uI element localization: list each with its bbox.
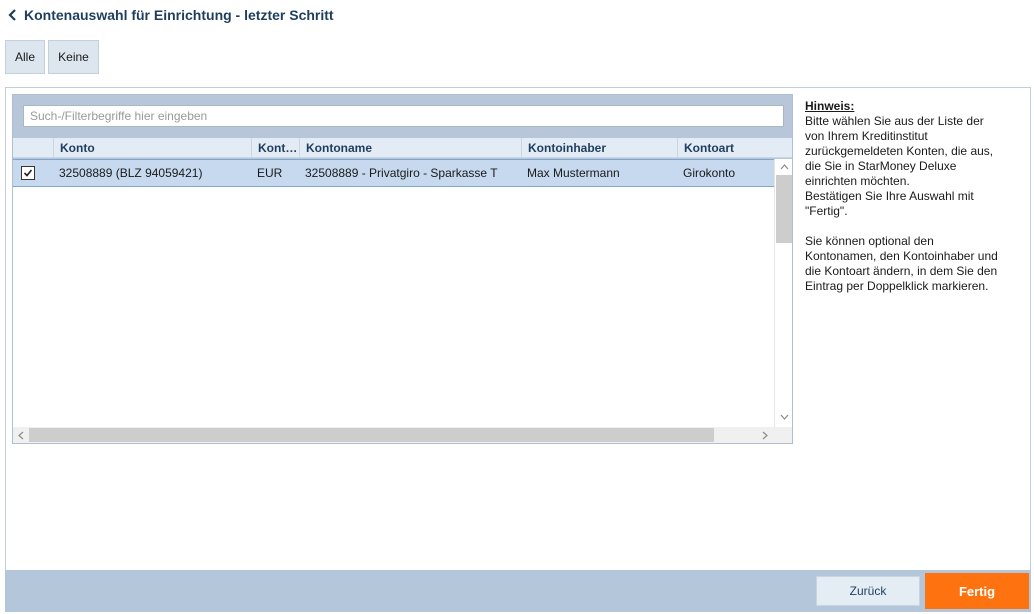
cell-kontoname: 32508889 - Privatgiro - Sparkasse T xyxy=(305,166,498,180)
cell-kontoinhaber: Max Mustermann xyxy=(527,166,620,180)
select-none-button[interactable]: Keine xyxy=(48,40,99,74)
chevron-up-icon[interactable] xyxy=(778,161,790,173)
row-checkbox[interactable] xyxy=(21,166,35,180)
hint-title: Hinweis: xyxy=(805,99,855,113)
horizontal-scroll-thumb[interactable] xyxy=(29,428,714,442)
chevron-right-small-icon[interactable] xyxy=(760,429,770,441)
chevron-left-icon[interactable] xyxy=(6,7,20,23)
cell-waehrung: EUR xyxy=(257,166,283,180)
checkmark-icon xyxy=(23,169,33,177)
table-header: Konto Kontowährung Kontoname Kontoinhabe… xyxy=(13,138,792,158)
table-body: 32508889 (BLZ 94059421) EUR 32508889 - P… xyxy=(13,159,774,427)
account-grid: Konto Kontowährung Kontoname Kontoinhabe… xyxy=(12,94,793,444)
column-header-select xyxy=(13,138,53,158)
page-title: Kontenauswahl für Einrichtung - letzter … xyxy=(24,7,334,23)
chevron-left-small-icon[interactable] xyxy=(16,429,26,441)
cell-konto: 32508889 (BLZ 94059421) xyxy=(59,166,203,180)
search-input[interactable] xyxy=(23,105,784,127)
hint-text-edit: Sie können optional den Kontonamen, den … xyxy=(805,234,998,293)
back-button[interactable]: Zurück xyxy=(816,576,920,606)
horizontal-scrollbar[interactable] xyxy=(13,427,792,443)
hint-text-selection: Bitte wählen Sie aus der Liste der von I… xyxy=(805,114,994,218)
column-header-konto[interactable]: Konto xyxy=(53,138,251,158)
row-select-cell xyxy=(13,166,53,180)
hint-panel: Hinweis: Bitte wählen Sie aus der Liste … xyxy=(805,99,1020,294)
finish-button[interactable]: Fertig xyxy=(925,573,1029,609)
column-header-kontoart[interactable]: Kontoart xyxy=(677,138,792,158)
column-header-waehrung[interactable]: Kontowährung xyxy=(251,138,299,158)
vertical-scrollbar[interactable] xyxy=(774,159,792,427)
chevron-down-icon[interactable] xyxy=(778,411,790,423)
table-row[interactable]: 32508889 (BLZ 94059421) EUR 32508889 - P… xyxy=(13,159,774,187)
column-header-kontoname[interactable]: Kontoname xyxy=(299,138,521,158)
cell-kontoart: Girokonto xyxy=(683,166,736,180)
select-all-button[interactable]: Alle xyxy=(5,40,45,74)
vertical-scroll-thumb[interactable] xyxy=(776,175,792,243)
column-header-kontoinhaber[interactable]: Kontoinhaber xyxy=(521,138,677,158)
header: Kontenauswahl für Einrichtung - letzter … xyxy=(6,5,334,25)
footer-bar: Zurück Fertig xyxy=(5,570,1031,612)
